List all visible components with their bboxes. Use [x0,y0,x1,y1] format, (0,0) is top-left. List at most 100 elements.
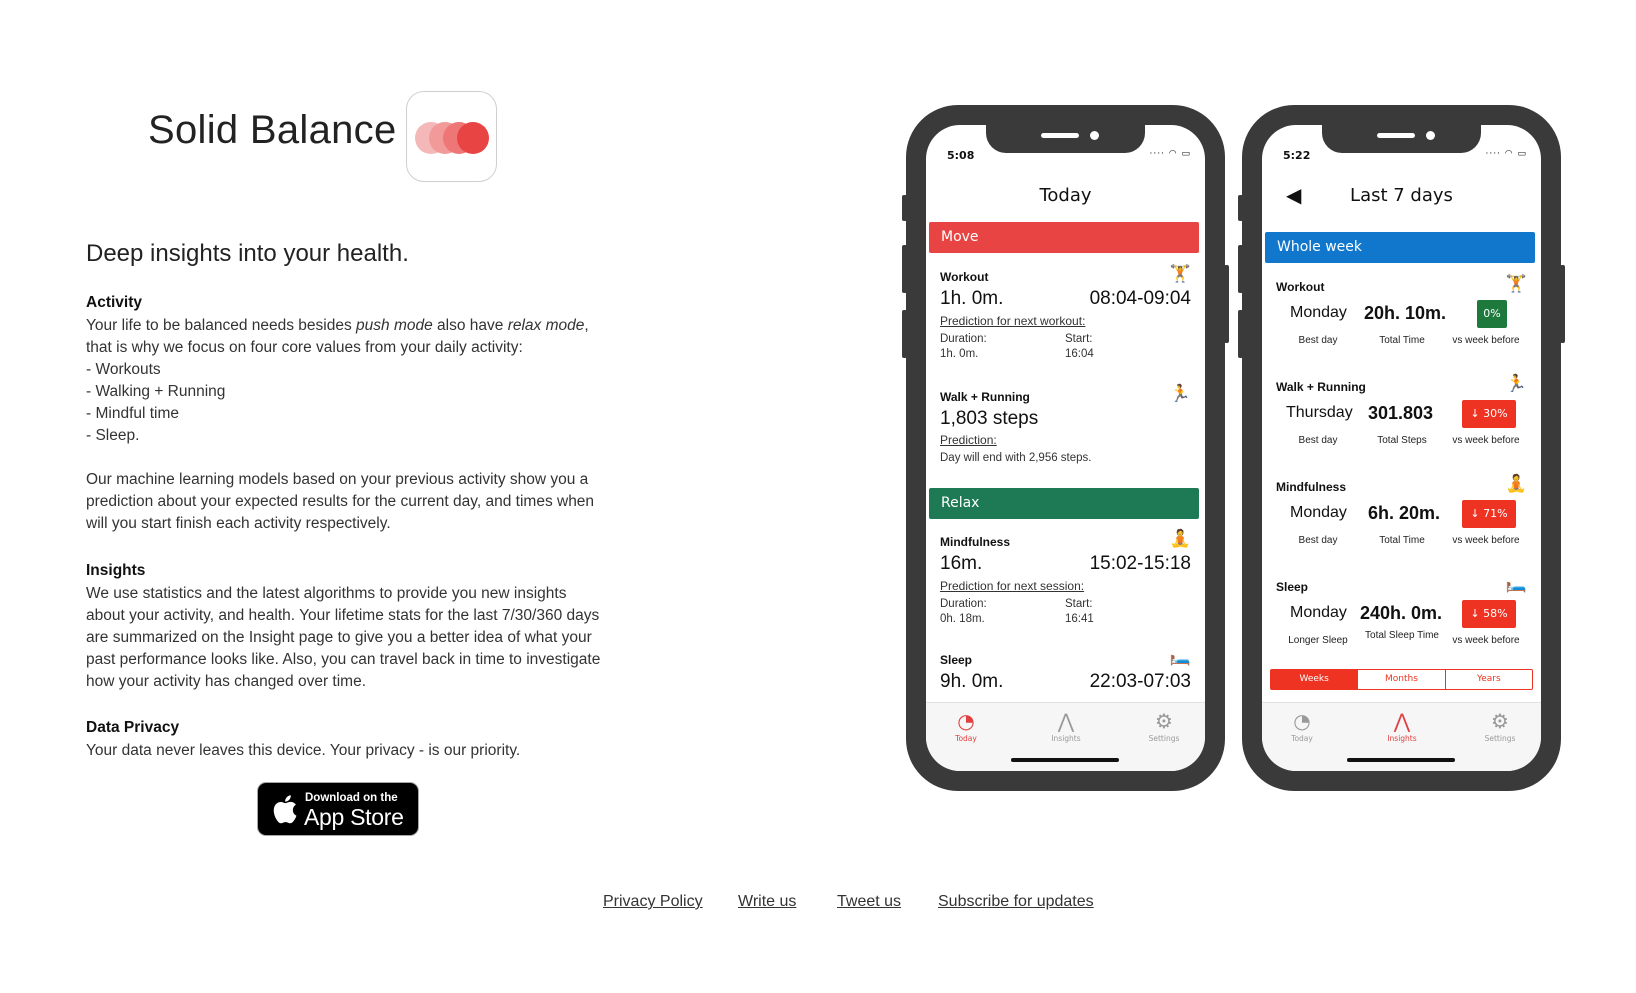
sub-label: vs week before [1452,335,1520,346]
activity-list-item: - Sleep. [86,427,140,444]
tab-today[interactable]: ◔ Today [936,711,996,743]
bell-curve-icon: ⋀ [1057,709,1075,733]
write-us-link[interactable]: Write us [738,893,796,911]
activity-intro: Your life to be balanced needs besides p… [86,317,589,334]
workout-duration: 1h. 0m. [940,288,1004,309]
predicted-start: 16:41 [1065,613,1094,625]
total-value: 240h. 0m. [1360,603,1443,623]
insight-label: Sleep [1276,580,1309,594]
tab-settings[interactable]: ⚙ Settings [1134,711,1194,743]
phone-screen: 5:22 ···· ◠ ▭ ◀ Last 7 days Whole week W… [1262,125,1541,771]
gear-icon: ⚙ [1155,709,1173,733]
insight-workout: Workout 🏋️ Monday 20h. 10m. 0% Best day … [1276,274,1527,360]
status-time: 5:08 [947,149,975,162]
segment-weeks[interactable]: Weeks [1271,670,1359,689]
app-title: Solid Balance [148,108,397,152]
tagline: Deep insights into your health. [86,240,409,267]
status-icons: ···· ◠ ▭ [1485,149,1527,159]
tab-today[interactable]: ◔ Today [1272,711,1332,743]
mindfulness-row[interactable]: Mindfulness 🧘 16m. 15:02-15:18 Predictio… [940,529,1191,627]
sleep-duration: 9h. 0m. [940,671,1004,692]
tab-settings[interactable]: ⚙ Settings [1470,711,1530,743]
segment-years[interactable]: Years [1446,670,1532,689]
runner-icon: 🏃 [1505,374,1527,394]
period-segmented-control: Weeks Months Years [1270,669,1533,690]
phone-notch [986,125,1145,153]
insight-label: Mindfulness [1276,480,1347,494]
tab-insights[interactable]: ⋀ Insights [1036,711,1096,743]
status-time: 5:22 [1283,149,1311,162]
duration-label: Duration: [940,333,987,345]
speedometer-icon: ◔ [957,709,975,733]
bell-curve-icon: ⋀ [1393,709,1411,733]
insight-label: Walk + Running [1276,380,1366,394]
tweet-us-link[interactable]: Tweet us [837,893,901,911]
app-store-small-label: Download on the [305,792,398,804]
workout-prediction-link[interactable]: Prediction for next workout: [940,314,1191,328]
gear-icon: ⚙ [1491,709,1509,733]
mindfulness-label: Mindfulness [940,535,1011,549]
sub-label: Best day [1298,335,1338,346]
workout-row[interactable]: Workout 🏋️ 1h. 0m. 08:04-09:04 Predictio… [940,264,1191,362]
phone-side-button [1238,245,1243,293]
insight-sleep: Sleep 🛏️ Monday 240h. 0m. ↓ 58% Longer S… [1276,574,1527,665]
bed-icon: 🛏️ [1169,647,1191,667]
activity-section: Activity Your life to be balanced needs … [86,292,606,535]
sub-label: Total Steps [1377,435,1427,446]
insights-heading: Insights [86,562,146,579]
walk-row[interactable]: Walk + Running 🏃 1,803 steps Prediction:… [940,384,1191,466]
predicted-start: 16:04 [1065,348,1094,360]
phone-today: 5:08 ···· ◠ ▭ Today Move Workout 🏋️ 1h. … [902,105,1229,791]
apple-icon [273,795,297,824]
app-store-button[interactable]: Download on the App Store [257,782,419,836]
sleep-row[interactable]: Sleep 🛏️ 9h. 0m. 22:03-07:03 [940,647,1191,693]
best-day: Monday [1290,304,1347,321]
privacy-heading: Data Privacy [86,719,180,736]
weightlifter-icon: 🏋️ [1169,264,1191,284]
workout-label: Workout [940,270,989,284]
insight-mindfulness: Mindfulness 🧘 Monday 6h. 20m. ↓ 71% Best… [1276,474,1527,560]
phone-screen: 5:08 ···· ◠ ▭ Today Move Workout 🏋️ 1h. … [926,125,1205,771]
activity-intro-rest: that is why we focus on four core values… [86,339,523,356]
walk-prediction-link[interactable]: Prediction: [940,433,1191,447]
home-indicator [1347,758,1455,762]
sub-label: Total Sleep Time [1365,630,1439,641]
privacy-policy-link[interactable]: Privacy Policy [603,893,703,911]
mindfulness-duration: 16m. [940,553,983,574]
relax-band: Relax [929,488,1199,519]
sub-label: Best day [1298,535,1338,546]
home-indicator [1011,758,1119,762]
insights-body: We use statistics and the latest algorit… [86,585,601,690]
whole-week-band: Whole week [1265,232,1535,263]
total-value: 6h. 20m. [1368,503,1441,523]
nav-title: Today [1039,185,1092,206]
status-icons: ···· ◠ ▭ [1149,149,1191,159]
phone-side-button [902,195,907,221]
phone-side-button [1224,265,1229,343]
sub-label: vs week before [1452,535,1520,546]
total-value: 20h. 10m. [1364,303,1447,323]
workout-range: 08:04-09:04 [1089,288,1191,309]
sub-label: Total Time [1379,535,1425,546]
walk-prediction-note: Day will end with 2,956 steps. [940,452,1092,464]
segment-months[interactable]: Months [1358,670,1446,689]
tab-insights[interactable]: ⋀ Insights [1372,711,1432,743]
weightlifter-icon: 🏋️ [1505,274,1527,294]
best-day: Monday [1290,604,1347,621]
duration-label: Duration: [940,598,987,610]
subscribe-link[interactable]: Subscribe for updates [938,893,1094,911]
best-day: Monday [1290,504,1347,521]
sub-label: vs week before [1452,435,1520,446]
walk-label: Walk + Running [940,390,1030,404]
phone-insights: 5:22 ···· ◠ ▭ ◀ Last 7 days Whole week W… [1238,105,1565,791]
start-label: Start: [1065,333,1093,345]
privacy-body: Your data never leaves this device. Your… [86,742,521,759]
mindfulness-prediction-link[interactable]: Prediction for next session: [940,579,1191,593]
predicted-duration: 1h. 0m. [940,348,979,360]
walk-steps: 1,803 steps [940,408,1039,429]
insights-section: Insights We use statistics and the lates… [86,560,606,693]
meditation-icon: 🧘 [1505,474,1527,494]
speedometer-icon: ◔ [1293,709,1311,733]
phone-side-button [1560,265,1565,343]
phone-side-button [902,245,907,293]
